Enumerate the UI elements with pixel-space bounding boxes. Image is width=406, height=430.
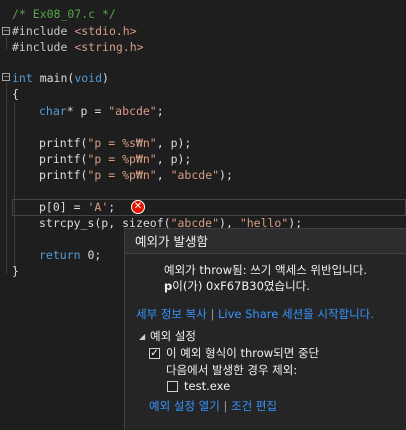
- fold-toggle-includes[interactable]: −: [2, 27, 10, 35]
- paren-close: ): [102, 71, 109, 85]
- test-exe-label[interactable]: test.exe: [184, 378, 230, 394]
- code-line-printf-2: printf("p = %p₩n", p);: [39, 151, 191, 167]
- popup-footer-links: 예외 설정 열기 | 조건 편집: [149, 398, 277, 414]
- indent-guide: [14, 103, 15, 269]
- call-rest: , p);: [156, 136, 192, 150]
- declaration-rest: * p =: [66, 104, 109, 118]
- code-line-declaration: char* p = "abcde";: [39, 103, 164, 119]
- exception-popup: 예외가 발생함 예외가 throw됨: 쓰기 액세스 위반입니다. p이(가) …: [124, 228, 406, 430]
- string-literal: "p = %p₩n": [87, 168, 157, 182]
- string-literal: "p = %p₩n": [87, 152, 157, 166]
- call-rest: , p);: [156, 152, 192, 166]
- fold-guide: [6, 82, 7, 274]
- preprocessor-keyword: #include: [12, 40, 68, 54]
- exception-address: 이(가) 0xF67B30였습니다.: [172, 279, 310, 293]
- type-keyword: int: [12, 71, 33, 85]
- link-separator: |: [223, 399, 228, 413]
- semicolon: ;: [156, 104, 164, 118]
- function-name: main(: [32, 71, 75, 85]
- include-file: <stdio.h>: [74, 24, 137, 38]
- code-line-include-stdio: #include <stdio.h>: [12, 23, 137, 39]
- function-call: printf(: [39, 168, 88, 182]
- copy-details-link[interactable]: 세부 정보 복사: [136, 307, 207, 321]
- fold-toggle-main[interactable]: −: [2, 73, 10, 81]
- return-rest: 0;: [80, 248, 102, 262]
- break-on-throw-label[interactable]: 이 예외 형식이 throw되면 중단: [166, 345, 319, 361]
- brace: {: [12, 87, 19, 101]
- code-line-brace-open: {: [12, 86, 19, 102]
- test-exe-checkbox[interactable]: [167, 381, 178, 392]
- code-line-return: return 0;: [39, 247, 101, 263]
- break-on-throw-checkbox[interactable]: ✓: [149, 348, 160, 359]
- exception-var: p: [164, 279, 173, 293]
- code-line-printf-1: printf("p = %s₩n", p);: [39, 135, 191, 151]
- code-line-comment: /* Ex08_07.c */: [12, 6, 116, 22]
- open-exception-settings-link[interactable]: 예외 설정 열기: [149, 399, 220, 413]
- function-call: printf(: [39, 136, 88, 150]
- preprocessor-keyword: #include: [12, 24, 68, 38]
- exception-message-line2: p이(가) 0xF67B30였습니다.: [164, 278, 310, 294]
- function-call: printf(: [39, 152, 88, 166]
- param-keyword: void: [74, 71, 103, 85]
- string-literal: "abcde": [170, 168, 220, 182]
- call-rest: );: [219, 168, 233, 182]
- code-line-include-string: #include <string.h>: [12, 39, 144, 55]
- popup-links-row: 세부 정보 복사 | Live Share 세션을 시작합니다.: [136, 306, 374, 322]
- collapse-triangle-icon[interactable]: ◢: [139, 332, 145, 341]
- call-separator: ,: [156, 168, 171, 182]
- include-file: <string.h>: [74, 40, 144, 54]
- code-line-assign: p[0] = 'A';: [39, 199, 115, 215]
- exception-settings-header[interactable]: 예외 설정: [150, 328, 196, 344]
- exception-message-line1: 예외가 throw됨: 쓰기 액세스 위반입니다.: [164, 263, 367, 277]
- error-x-icon[interactable]: ✕: [131, 200, 145, 214]
- popup-title: 예외가 발생함: [125, 229, 406, 254]
- except-when-label: 다음에서 발생한 경우 제외:: [166, 363, 298, 377]
- link-separator: |: [210, 307, 215, 321]
- comment-text: /* Ex08_07.c */: [12, 7, 116, 21]
- live-share-link[interactable]: Live Share 세션을 시작합니다.: [218, 307, 374, 321]
- string-literal: "abcde": [108, 104, 157, 118]
- function-call: strcpy_s(p, si: [39, 216, 136, 230]
- type-keyword: char: [39, 104, 67, 118]
- char-literal: 'A': [87, 200, 109, 214]
- code-line-printf-3: printf("p = %p₩n", "abcde");: [39, 167, 233, 183]
- fold-guide: [6, 36, 7, 50]
- edit-conditions-link[interactable]: 조건 편집: [231, 399, 277, 413]
- brace: }: [12, 264, 19, 278]
- code-line-brace-close: }: [12, 263, 19, 279]
- assign-lhs: p[0] =: [39, 200, 88, 214]
- string-literal: "p = %s₩n": [87, 136, 157, 150]
- code-line-main: int main(void): [12, 70, 109, 86]
- return-keyword: return: [39, 248, 81, 262]
- semicolon: ;: [108, 200, 116, 214]
